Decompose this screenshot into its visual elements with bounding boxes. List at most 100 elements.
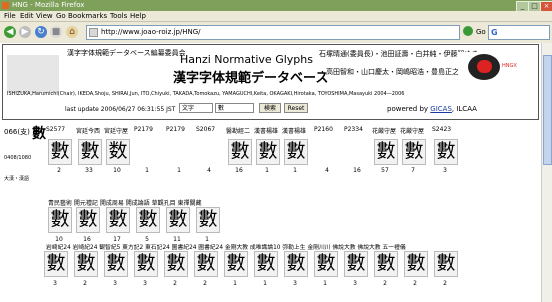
glyph-count[interactable]: 7	[403, 167, 423, 174]
glyph-image-box[interactable]: 數	[78, 139, 102, 165]
glyph-image-box[interactable]: 數	[166, 207, 190, 233]
glyph-character: 數	[166, 252, 186, 274]
site-icon	[89, 28, 98, 37]
menu-bar: File Edit View Go Bookmarks Tools Help	[0, 11, 552, 22]
glyph-character: 數	[78, 208, 98, 230]
stop-icon[interactable]: ■	[50, 26, 62, 38]
glyph-image-box[interactable]: 數	[434, 251, 458, 277]
menu-go[interactable]: Go	[56, 11, 66, 21]
glyph-count[interactable]: 1	[169, 167, 189, 174]
glyph-character: 數	[436, 252, 456, 274]
glyph-image-box[interactable]: 數	[106, 207, 130, 233]
glyph-count[interactable]: 2	[195, 280, 215, 287]
glyph-count[interactable]: 1	[285, 167, 305, 174]
menu-tools[interactable]: Tools	[110, 11, 127, 21]
glyph-count[interactable]: 1	[315, 280, 335, 287]
glyph-character: 數	[316, 252, 336, 274]
glyph-image-box[interactable]: 數	[374, 251, 398, 277]
glyph-image-box[interactable]: 數	[134, 251, 158, 277]
source-label: 醫勘經二	[226, 128, 251, 135]
crest-logo: HNGX	[458, 52, 520, 82]
source-label: S2577	[46, 126, 66, 133]
glyph-image-box[interactable]: 數	[44, 251, 68, 277]
glyph-image-box[interactable]: 數	[228, 139, 252, 165]
scrollbar-thumb[interactable]	[543, 55, 552, 165]
glyph-count[interactable]: 16	[229, 167, 249, 174]
glyph-image-box[interactable]: 數	[48, 207, 72, 233]
glyph-image-box[interactable]: 數	[164, 251, 188, 277]
glyph-count[interactable]: 3	[135, 280, 155, 287]
glyph-count[interactable]: 4	[199, 167, 219, 174]
window-title: HNG - Mozilla Firefox	[12, 1, 85, 9]
glyph-image-box[interactable]: 數	[76, 207, 100, 233]
glyph-count[interactable]: 2	[405, 280, 425, 287]
glyph-image-box[interactable]: 數	[374, 139, 398, 165]
glyph-count[interactable]: 16	[347, 167, 367, 174]
glyph-count[interactable]: 2	[165, 280, 185, 287]
glyph-character: 數	[286, 252, 306, 274]
back-icon[interactable]: ◀	[4, 26, 16, 38]
url-bar[interactable]: http://www.joao-roiz.jp/HNG/	[86, 25, 460, 40]
source-label: S2423	[432, 126, 452, 133]
glyph-image-box[interactable]: 數	[314, 251, 338, 277]
glyph-count[interactable]: 33	[79, 167, 99, 174]
glyph-image-box[interactable]: 數	[256, 139, 280, 165]
glyph-count[interactable]: 3	[45, 280, 65, 287]
glyph-image-box[interactable]: 數	[194, 251, 218, 277]
glyph-count[interactable]: 4	[317, 167, 337, 174]
glyph-count[interactable]: 2	[375, 280, 395, 287]
glyph-count[interactable]: 3	[105, 280, 125, 287]
glyph-character: 數	[106, 252, 126, 274]
reload-icon[interactable]: ↻	[35, 26, 47, 38]
search-bar[interactable]: G	[488, 25, 550, 40]
glyph-image-box[interactable]: 數	[402, 139, 426, 165]
glyph-count[interactable]: 3	[345, 280, 365, 287]
glyph-count[interactable]: 2	[49, 167, 69, 174]
menu-file[interactable]: File	[4, 11, 16, 21]
glyph-count[interactable]: 57	[375, 167, 395, 174]
glyph-image-box[interactable]: 数	[106, 139, 130, 165]
glyph-character: 數	[50, 140, 70, 162]
menu-help[interactable]: Help	[130, 11, 146, 21]
glyph-count[interactable]: 10	[107, 167, 127, 174]
glyph-count[interactable]: 3	[435, 167, 455, 174]
glyph-count[interactable]: 2	[75, 280, 95, 287]
glyph-count[interactable]: 1	[257, 167, 277, 174]
glyph-image-box[interactable]: 數	[284, 139, 308, 165]
forward-icon[interactable]: ▶	[19, 26, 31, 38]
glyph-count[interactable]: 3	[285, 280, 305, 287]
glyph-image-box[interactable]: 數	[284, 251, 308, 277]
go-icon[interactable]	[463, 26, 473, 36]
search-input[interactable]: 數	[215, 103, 254, 113]
reset-button[interactable]: Reset	[284, 103, 308, 113]
glyph-count[interactable]: 1	[137, 167, 157, 174]
search-type-select[interactable]: 文字	[179, 103, 213, 113]
glyph-count[interactable]: 2	[435, 280, 455, 287]
glyph-image-box[interactable]: 數	[136, 207, 160, 233]
gicas-link[interactable]: GICAS	[430, 105, 452, 113]
source-label: 宮廷今西	[76, 128, 101, 135]
glyph-image-box[interactable]: 數	[196, 207, 220, 233]
glyph-image-box[interactable]: 數	[254, 251, 278, 277]
editors-line1: 石塚晴通(委員長)・池田証壽・白井純・伊藤智ゆき	[319, 50, 479, 58]
glyph-image-box[interactable]: 數	[404, 251, 428, 277]
menu-view[interactable]: View	[36, 11, 53, 21]
menu-bookmarks[interactable]: Bookmarks	[68, 11, 107, 21]
glyph-image-box[interactable]: 數	[48, 139, 72, 165]
menu-edit[interactable]: Edit	[20, 11, 34, 21]
glyph-count[interactable]: 1	[255, 280, 275, 287]
home-icon[interactable]: ⌂	[66, 26, 78, 38]
search-button[interactable]: 検索	[259, 103, 281, 113]
members-list: ISHIZUKA,Harumichi(Chair), IKEDA,Shoju, …	[7, 91, 405, 97]
glyph-image-box[interactable]: 數	[344, 251, 368, 277]
glyph-image-box[interactable]: 數	[74, 251, 98, 277]
glyph-image-box[interactable]: 數	[104, 251, 128, 277]
source-label: 漢書楊雄	[254, 128, 279, 135]
vertical-scrollbar[interactable]	[541, 43, 552, 302]
glyph-character: 數	[376, 252, 396, 274]
editors-line2: ・高田智和・山口慶太・岡嶋昭浩・豊島正之	[319, 68, 459, 76]
go-label[interactable]: Go	[476, 26, 486, 38]
glyph-image-box[interactable]: 數	[434, 139, 458, 165]
glyph-count[interactable]: 1	[225, 280, 245, 287]
glyph-image-box[interactable]: 數	[224, 251, 248, 277]
